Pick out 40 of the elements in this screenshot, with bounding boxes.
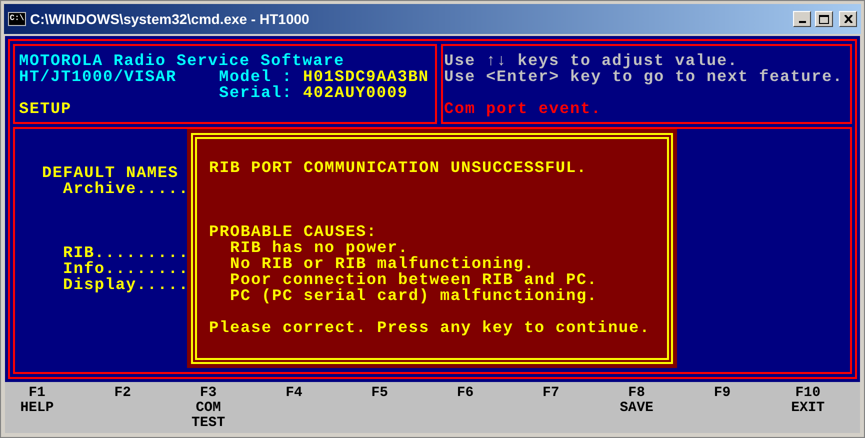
function-key[interactable]: F2 — [114, 386, 132, 401]
maximize-icon — [819, 14, 829, 24]
serial-value: 402AUY0009 — [303, 85, 408, 101]
console-icon: C:\ — [8, 12, 26, 26]
cause-item: PC (PC serial card) malfunctioning. — [230, 288, 598, 304]
cause-item: Poor connection between RIB and PC. — [230, 272, 598, 288]
field-label: Display..... — [63, 277, 190, 293]
function-key[interactable]: F8 SAVE — [620, 386, 654, 416]
maximize-button[interactable] — [815, 11, 833, 27]
model-label: Model : — [219, 69, 294, 85]
product-name: MOTOROLA Radio Service Software — [19, 53, 345, 69]
function-key[interactable]: F1 HELP — [20, 386, 54, 416]
function-key[interactable]: F9 — [714, 386, 731, 401]
model-value: H01SDC9AA3BN — [303, 69, 430, 85]
field-label: RIB......... — [63, 245, 190, 261]
field-label: Archive..... — [63, 181, 190, 197]
error-title: RIB PORT COMMUNICATION UNSUCCESSFUL. — [209, 160, 588, 176]
function-key[interactable]: F3 COM TEST — [192, 386, 226, 431]
function-key[interactable]: F5 — [371, 386, 388, 401]
mode-label: SETUP — [19, 101, 72, 117]
close-button[interactable] — [839, 11, 857, 27]
minimize-icon — [798, 21, 806, 23]
cause-item: RIB has no power. — [230, 240, 409, 256]
continue-prompt: Please correct. Press any key to continue. — [209, 320, 650, 336]
close-icon — [844, 15, 852, 23]
cause-item: No RIB or RIB malfunctioning. — [230, 256, 535, 272]
function-key[interactable]: F10 EXIT — [791, 386, 825, 416]
section-title: DEFAULT NAMES — [42, 165, 179, 181]
minimize-button[interactable] — [793, 11, 811, 27]
causes-heading: PROBABLE CAUSES: — [209, 224, 378, 240]
status-message: Com port event. — [444, 101, 602, 117]
function-key[interactable]: F6 — [456, 386, 474, 401]
help-text: Use ↑↓ keys to adjust value. — [444, 53, 738, 69]
field-label: Info........ — [63, 261, 190, 277]
serial-label: Serial: — [219, 85, 294, 101]
function-key[interactable]: F4 — [286, 386, 302, 401]
help-text: Use <Enter> key to go to next feature. — [444, 69, 844, 85]
window-title: C:\WINDOWS\system32\cmd.exe - HT1000 — [30, 10, 310, 29]
function-key[interactable]: F7 — [542, 386, 560, 401]
variant-name: HT/JT1000/VISAR — [19, 69, 178, 85]
